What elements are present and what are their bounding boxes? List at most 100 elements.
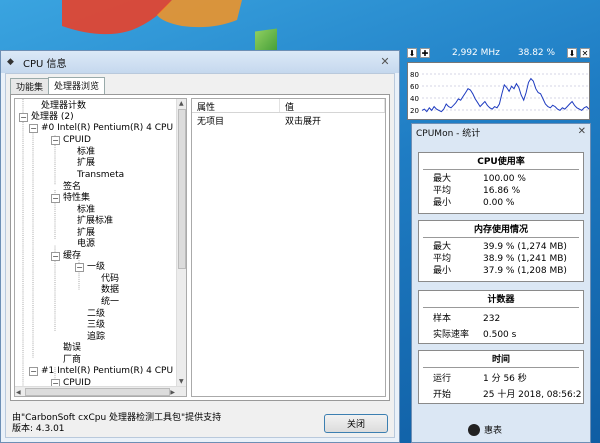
tab-bar: 功能集 处理器浏览 <box>10 77 106 95</box>
tree-expander[interactable]: − <box>19 113 28 122</box>
tree-node[interactable]: 一级 <box>87 262 105 273</box>
close-icon[interactable]: ✕ <box>375 53 395 70</box>
stat-row: 运行 1 分 56 秒 <box>433 374 527 384</box>
stat-row: 样本 232 <box>433 314 501 324</box>
tree-node[interactable]: 处理器计数 <box>41 101 86 112</box>
y-tick-label: 40 <box>410 95 419 103</box>
tab-processor-browser[interactable]: 处理器浏览 <box>48 77 106 95</box>
window-client: 功能集 处理器浏览 处理器计数 − 处理器 (2) − #0 Intel(R) … <box>5 73 395 438</box>
scroll-up-icon[interactable]: ▲ <box>179 100 184 107</box>
cpu-frequency: 2,992 MHz <box>452 48 500 58</box>
scroll-down-icon[interactable]: ▼ <box>179 378 184 385</box>
logo-text: 惠表 <box>484 426 503 436</box>
scrollbar-thumb[interactable] <box>25 388 170 396</box>
brand-logo: 惠表 <box>468 423 502 436</box>
tree-node[interactable]: 特性集 <box>63 193 90 204</box>
stat-row: 最小 37.9 % (1,208 MB) <box>433 266 567 276</box>
memory-usage-panel: 内存使用情况 最大 39.9 % (1,274 MB) 平均 38.9 % (1,2… <box>418 220 584 282</box>
counters-panel: 计数器 样本 232 实际速率 0.500 s <box>418 290 584 344</box>
tree-node[interactable]: #1 Intel(R) Pentium(R) 4 CPU 3.00 <box>41 366 186 377</box>
list-cell-value: 双击展开 <box>285 117 322 127</box>
scroll-left-icon[interactable]: ◀ <box>16 389 21 396</box>
tree-expander[interactable]: − <box>51 252 60 261</box>
list-cell-property: 无项目 <box>197 117 225 127</box>
cpu-usage-panel: CPU使用率 最大 100.00 % 平均 16.86 % 最小 0.00 % <box>418 152 584 214</box>
cpu-usage: 38.82 % <box>517 48 556 58</box>
close-button[interactable]: 关闭 <box>324 414 388 433</box>
stat-row: 最小 0.00 % <box>433 198 515 208</box>
download-icon[interactable]: ⬇ <box>407 48 417 58</box>
stat-row: 开始 25 十月 2018, 08:56:2 <box>433 390 582 400</box>
stat-row: 平均 38.9 % (1,241 MB) <box>433 254 567 264</box>
y-tick-label: 60 <box>410 83 419 91</box>
time-panel: 时间 运行 1 分 56 秒 开始 25 十月 2018, 08:56:2 <box>418 350 584 404</box>
stats-window-title: CPUMon - 统计 <box>416 128 481 139</box>
tree-node[interactable]: 数据 <box>101 285 119 296</box>
tree-node[interactable]: #0 Intel(R) Pentium(R) 4 CPU 3.00 <box>41 123 186 134</box>
cpu-usage-graph: 80 60 40 20 <box>407 62 590 120</box>
list-header: 属性 值 <box>192 99 385 113</box>
settings-icon[interactable]: ✚ <box>420 48 430 58</box>
monitor-toolbar: ⬇ ✚ 2,992 MHz 38.82 % ⬇ ✕ <box>407 46 590 60</box>
cpu-usage-line <box>421 77 590 113</box>
tree-node[interactable]: CPUID <box>63 135 91 146</box>
tree-expander[interactable]: − <box>51 194 60 203</box>
download-icon[interactable]: ⬇ <box>567 48 577 58</box>
stat-row: 平均 16.86 % <box>433 186 521 196</box>
tree-node[interactable]: 标准 <box>77 205 95 216</box>
logo-icon <box>468 423 480 436</box>
scroll-right-icon[interactable]: ▶ <box>170 389 175 396</box>
stat-row: 实际速率 0.500 s <box>433 330 517 340</box>
window-titlebar[interactable]: ◆ CPU 信息 <box>1 51 399 73</box>
column-header-value[interactable]: 值 <box>280 99 385 113</box>
tree-node[interactable]: 扩展 <box>77 158 95 169</box>
tree-lines <box>22 99 80 387</box>
list-row[interactable]: 无项目 双击展开 <box>192 113 385 127</box>
cpu-graph-svg: 80 60 40 20 <box>410 71 590 115</box>
tree-expander[interactable]: − <box>51 136 60 145</box>
tree-node[interactable]: 签名 <box>63 182 81 193</box>
tree-node[interactable]: 统一 <box>101 297 119 308</box>
panel-title: 内存使用情况 <box>473 225 528 235</box>
scrollbar-thumb[interactable] <box>178 109 186 269</box>
tree-expander[interactable]: − <box>29 367 38 376</box>
tree-node[interactable]: 勘误 <box>63 343 81 354</box>
window-title: CPU 信息 <box>23 58 67 70</box>
close-icon[interactable]: ✕ <box>580 48 590 58</box>
tree-node[interactable]: 二级 <box>87 309 105 320</box>
tree-node[interactable]: 标准 <box>77 147 95 158</box>
tree-node[interactable]: 代码 <box>101 274 119 285</box>
tree-expander[interactable]: − <box>75 263 84 272</box>
tab-feature-set[interactable]: 功能集 <box>10 78 50 94</box>
panel-title: 时间 <box>491 355 510 365</box>
stats-titlebar[interactable]: CPUMon - 统计 <box>412 124 590 140</box>
cpu-info-window: ◆ CPU 信息 ✕ 功能集 处理器浏览 处理器计数 − 处理器 (2) − #… <box>0 50 400 443</box>
processor-tree[interactable]: 处理器计数 − 处理器 (2) − #0 Intel(R) Pentium(R)… <box>14 98 187 397</box>
stat-row: 最大 100.00 % <box>433 174 526 184</box>
property-list[interactable]: 属性 值 无项目 双击展开 <box>191 98 386 397</box>
tree-node[interactable]: 缓存 <box>63 251 81 262</box>
tree-node[interactable]: 三级 <box>87 320 105 331</box>
tree-node[interactable]: 电源 <box>77 239 95 250</box>
close-icon[interactable]: ✕ <box>578 126 586 137</box>
tree-node[interactable]: 扩展标准 <box>77 216 113 227</box>
tree-node[interactable]: 厂商 <box>63 355 81 366</box>
tab-panel: 处理器计数 − 处理器 (2) − #0 Intel(R) Pentium(R)… <box>10 94 390 401</box>
column-header-property[interactable]: 属性 <box>192 99 280 113</box>
tree-node[interactable]: 扩展 <box>77 228 95 239</box>
cpumon-stats-window: CPUMon - 统计 ✕ CPU使用率 最大 100.00 % 平均 16.86 … <box>411 123 591 443</box>
tree-node[interactable]: Transmeta <box>77 170 124 181</box>
panel-title: CPU使用率 <box>477 157 525 167</box>
y-tick-label: 20 <box>410 107 419 115</box>
tree-node[interactable]: 追踪 <box>87 332 105 343</box>
cpu-app-icon: ◆ <box>7 57 14 67</box>
tree-horizontal-scrollbar[interactable]: ◀ ▶ <box>15 386 186 396</box>
panel-title: 计数器 <box>487 295 515 305</box>
stat-row: 最大 39.9 % (1,274 MB) <box>433 242 567 252</box>
y-tick-label: 80 <box>410 71 419 79</box>
windows-logo <box>62 0 242 35</box>
tree-node[interactable]: 处理器 (2) <box>31 112 74 123</box>
tree-expander[interactable]: − <box>29 124 38 133</box>
tree-vertical-scrollbar[interactable]: ▲ ▼ <box>176 99 186 386</box>
version-text: 版本: 4.3.01 <box>12 424 65 434</box>
